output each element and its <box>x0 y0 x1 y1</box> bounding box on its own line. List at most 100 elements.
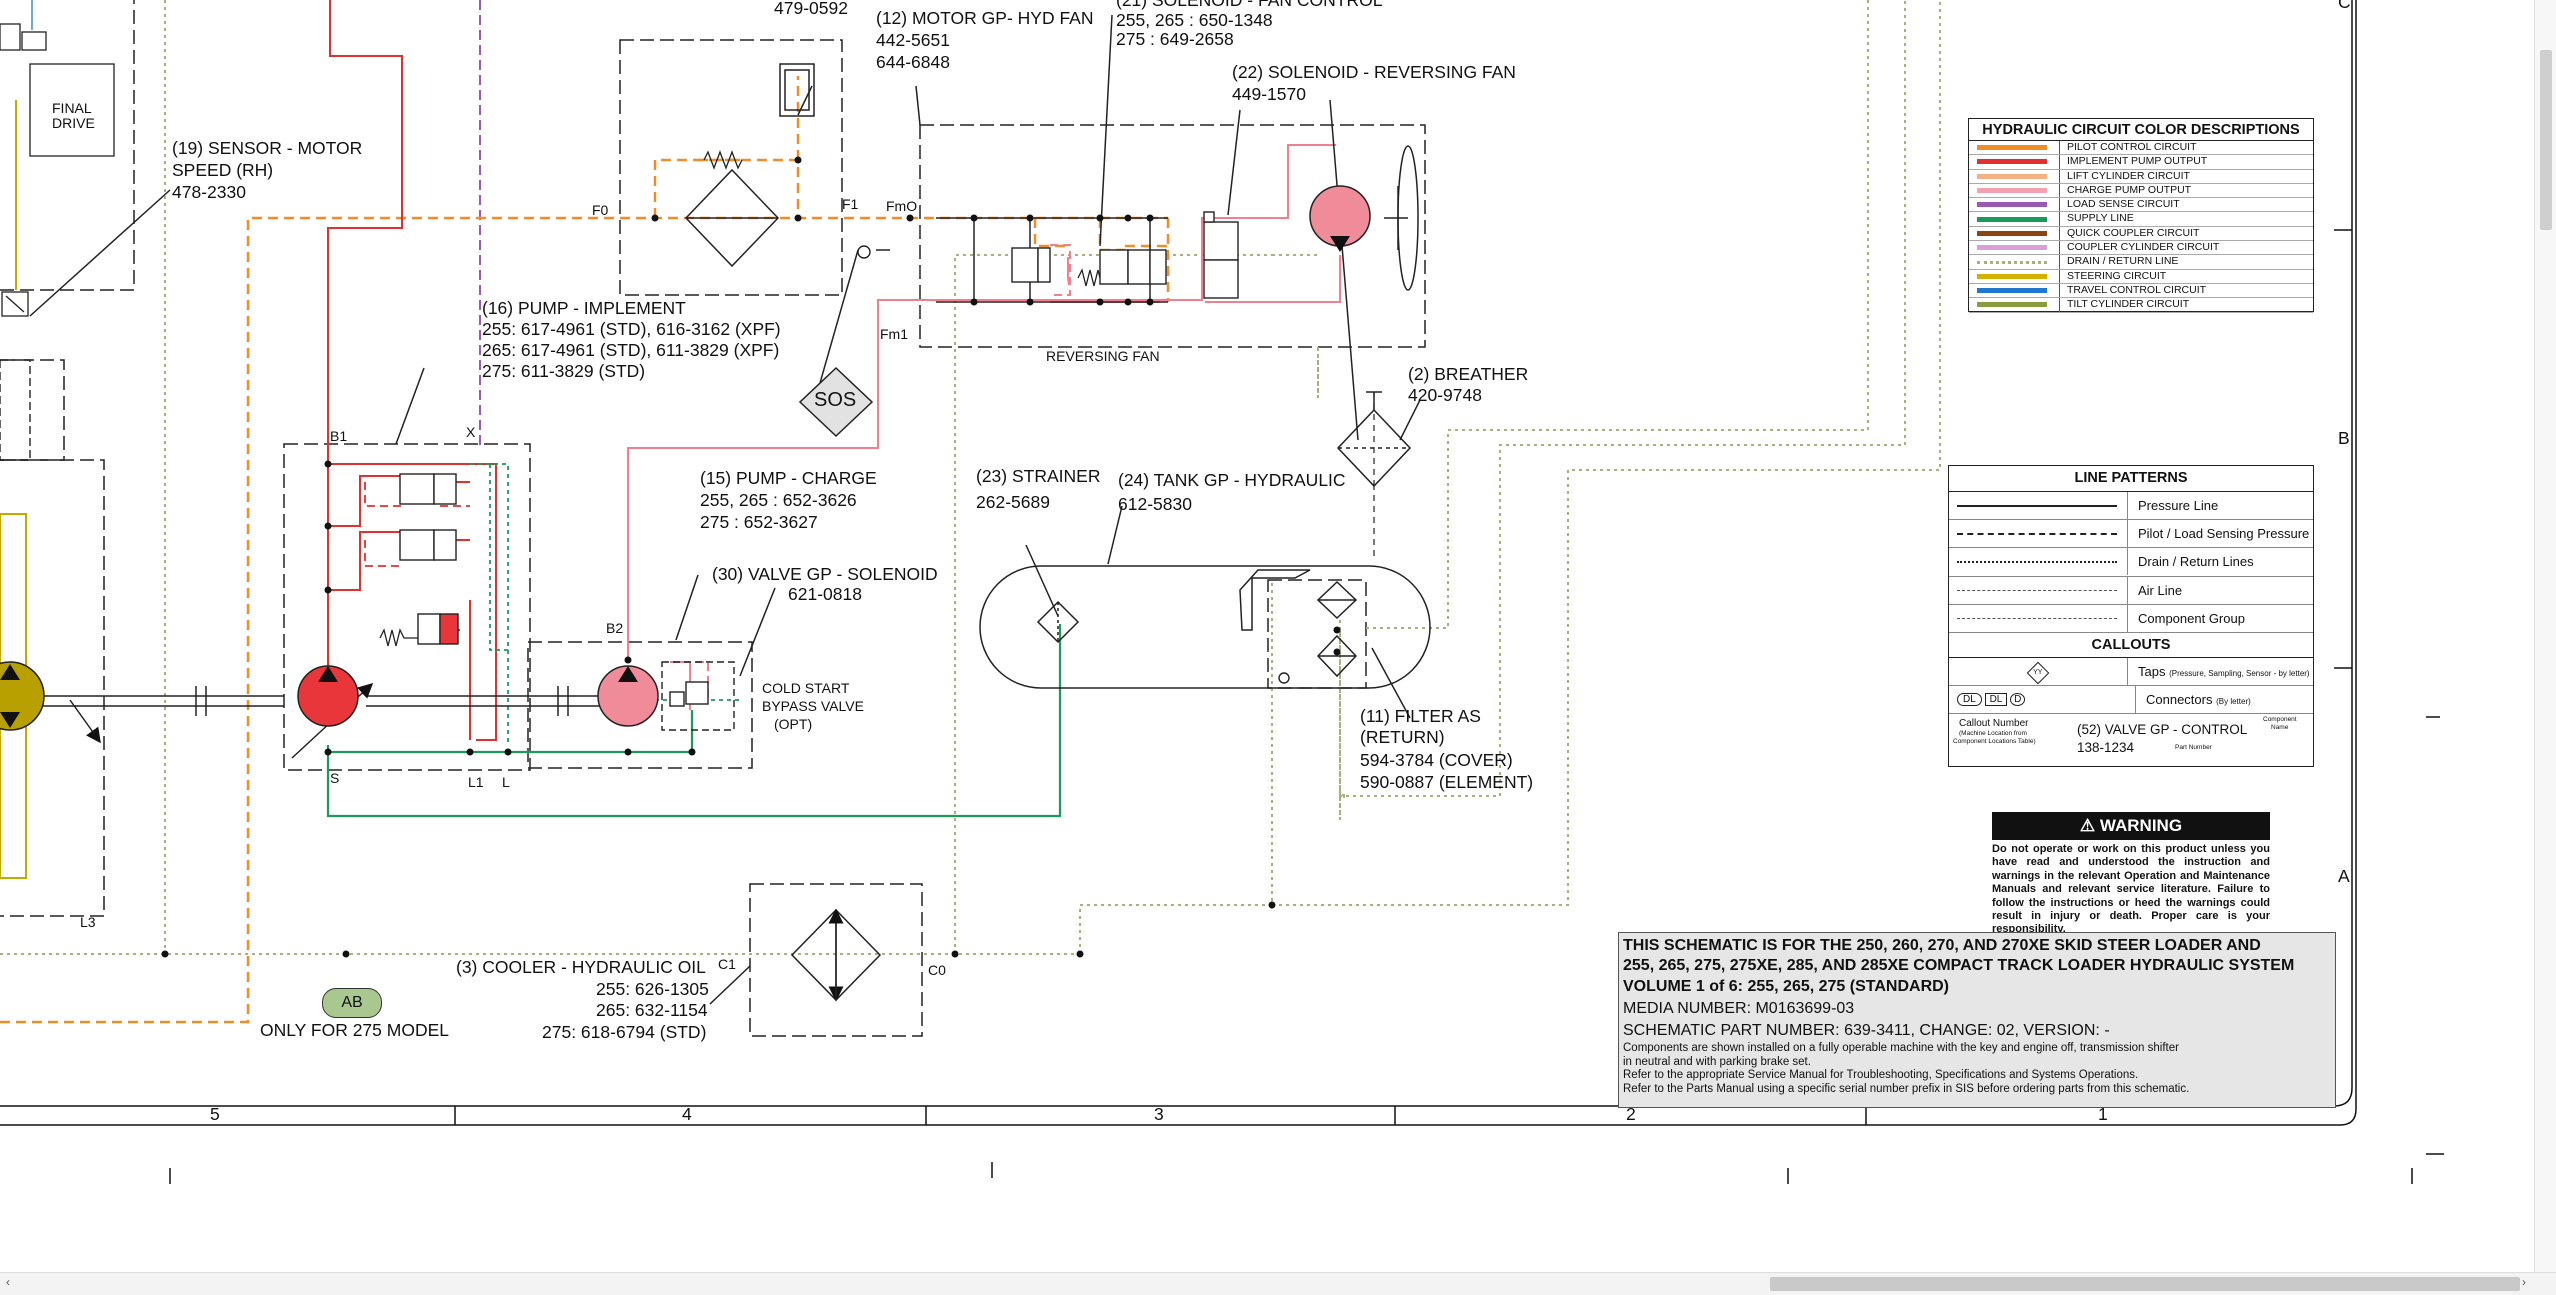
color-row: DRAIN / RETURN LINE <box>1969 255 2313 270</box>
charge-pump-line2: 275 : 652-3627 <box>700 512 818 532</box>
implement-pump-line3: 275: 611-3829 (STD) <box>482 361 646 381</box>
fan-control-solenoid-line1: 255, 265 : 650-1348 <box>1116 10 1273 30</box>
vertical-scroll-thumb[interactable] <box>2540 50 2552 230</box>
grid-col-4: 4 <box>682 1104 692 1124</box>
color-swatch <box>1977 288 2047 294</box>
breather-part: 420-9748 <box>1408 385 1482 405</box>
callout-example: Callout Number (Machine Location from Co… <box>1953 716 2297 756</box>
implement-lines <box>327 0 497 741</box>
color-swatch <box>1977 173 2047 179</box>
filter-label-3: 594-3784 (COVER) <box>1360 750 1513 770</box>
color-swatch <box>1977 216 2047 222</box>
color-table-title: HYDRAULIC CIRCUIT COLOR DESCRIPTIONS <box>1969 119 2313 141</box>
horizontal-scroll-thumb[interactable] <box>1770 1277 2520 1291</box>
color-row: CHARGE PUMP OUTPUT <box>1969 183 2313 199</box>
filter-label-1: (11) FILTER AS <box>1360 706 1481 726</box>
connector-dl-2: DL <box>1984 693 2008 707</box>
grid-col-3: 3 <box>1154 1104 1164 1124</box>
cooler-line3: 275: 618-6794 (STD) <box>542 1022 707 1042</box>
color-swatch <box>1977 202 2047 208</box>
connector-d: D <box>2010 693 2026 707</box>
filter-label-4: 590-0887 (ELEMENT) <box>1360 772 1534 792</box>
grid-row-b: B <box>2338 428 2350 448</box>
port-l: L <box>502 774 510 790</box>
motor-gp-prev-part: 479-0592 <box>774 0 848 18</box>
final-drive-label-2: DRIVE <box>52 115 95 131</box>
reversing-solenoid-part: 449-1570 <box>1232 84 1306 104</box>
color-row: IMPLEMENT PUMP OUTPUT <box>1969 155 2313 170</box>
tank-title: (24) TANK GP - HYDRAULIC <box>1118 470 1346 490</box>
sos-label: SOS <box>814 389 857 411</box>
solenoid-valve-part: 621-0818 <box>788 584 862 604</box>
color-row-label: COUPLER CYLINDER CIRCUIT <box>2059 241 2313 255</box>
port-l3: L3 <box>80 914 96 930</box>
color-descriptions-table: HYDRAULIC CIRCUIT COLOR DESCRIPTIONS PIL… <box>1968 118 2314 313</box>
sensor-label-3: 478-2330 <box>172 182 246 202</box>
note-3: Refer to the appropriate Service Manual … <box>1623 1069 2139 1082</box>
breather-title: (2) BREATHER <box>1408 364 1529 384</box>
color-row: COUPLER CYLINDER CIRCUIT <box>1969 241 2313 256</box>
tap-symbol: YY <box>2026 661 2050 685</box>
line-patterns-title: LINE PATTERNS <box>1949 466 2313 492</box>
fan-control-solenoid-line2: 275 : 649-2658 <box>1116 29 1234 49</box>
motor-gp-title: (12) MOTOR GP- HYD FAN <box>876 8 1094 28</box>
charge-pump <box>597 665 659 727</box>
port-b2: B2 <box>606 620 624 636</box>
color-row-label: LOAD SENSE CIRCUIT <box>2059 198 2313 212</box>
sensor-label-2: SPEED (RH) <box>172 160 274 180</box>
implement-pump <box>297 665 359 727</box>
horizontal-scrollbar[interactable]: ‹ › <box>0 1272 2556 1295</box>
port-x: X <box>466 424 476 440</box>
reversing-fan-label: REVERSING FAN <box>1046 348 1160 364</box>
color-swatch <box>1977 230 2047 236</box>
cooler-line2: 265: 632-1154 <box>596 1000 708 1020</box>
title-line-2: 255, 265, 275, 275XE, 285, AND 285XE COM… <box>1623 957 2295 974</box>
implement-pump-title: (16) PUMP - IMPLEMENT <box>482 298 686 318</box>
supply-lines <box>326 624 1062 818</box>
port-f1: F1 <box>842 196 859 212</box>
warning-box: ⚠ WARNING Do not operate or work on this… <box>1992 812 2270 935</box>
scroll-right-icon[interactable]: › <box>2522 1275 2526 1289</box>
pattern-drain: Drain / Return Lines <box>1949 548 2313 577</box>
implement-pump-line1: 255: 617-4961 (STD), 616-3162 (XPF) <box>482 319 781 339</box>
filter-label-2: (RETURN) <box>1360 727 1445 747</box>
color-row: SUPPLY LINE <box>1969 212 2313 227</box>
media-number: MEDIA NUMBER: M0163699-03 <box>1623 1000 1855 1017</box>
ab-note: ONLY FOR 275 MODEL <box>260 1020 449 1040</box>
implement-pump-line2: 265: 617-4961 (STD), 611-3829 (XPF) <box>482 340 780 360</box>
charge-pump-title: (15) PUMP - CHARGE <box>700 468 877 488</box>
callout-connectors: DL DL D Connectors (By letter) <box>1949 686 2313 715</box>
warning-title: ⚠ WARNING <box>1992 812 2270 840</box>
motor-gp-part1: 442-5651 <box>876 30 950 50</box>
port-c0: C0 <box>928 962 946 978</box>
color-swatch <box>1977 159 2047 165</box>
sensor-label-1: (19) SENSOR - MOTOR <box>172 138 363 158</box>
color-row-label: QUICK COUPLER CIRCUIT <box>2059 226 2313 241</box>
volume-label: VOLUME 1 of 6: 255, 265, 275 (STANDARD) <box>1623 978 1950 995</box>
color-row-label: IMPLEMENT PUMP OUTPUT <box>2059 155 2313 169</box>
pattern-component-group: Component Group <box>1949 604 2313 633</box>
grid-col-5: 5 <box>210 1104 220 1124</box>
port-b1: B1 <box>330 428 348 444</box>
color-row: PILOT CONTROL CIRCUIT <box>1969 141 2313 156</box>
pattern-air: Air Line <box>1949 576 2313 605</box>
reversing-solenoid-title: (22) SOLENOID - REVERSING FAN <box>1232 62 1516 82</box>
color-row: LOAD SENSE CIRCUIT <box>1969 198 2313 213</box>
port-l1: L1 <box>468 774 484 790</box>
color-swatch <box>1977 302 2047 308</box>
cooler-title: (3) COOLER - HYDRAULIC OIL <box>456 957 706 977</box>
callout-taps: YY Taps (Pressure, Sampling, Sensor - by… <box>1949 658 2313 687</box>
cold-start-label-2: BYPASS VALVE <box>762 698 864 714</box>
color-swatch <box>1977 145 2047 151</box>
charge-pump-line1: 255, 265 : 652-3626 <box>700 490 857 510</box>
motor-gp-part2: 644-6848 <box>876 52 950 72</box>
title-line-1: THIS SCHEMATIC IS FOR THE 250, 260, 270,… <box>1623 937 2261 954</box>
ab-badge: AB <box>322 988 382 1018</box>
color-row: TILT CYLINDER CIRCUIT <box>1969 298 2313 313</box>
color-row-label: CHARGE PUMP OUTPUT <box>2059 183 2313 198</box>
port-fm0: FmO <box>886 198 918 214</box>
drive-motor <box>0 661 45 731</box>
vertical-scrollbar[interactable] <box>2534 0 2556 1272</box>
color-row-label: DRAIN / RETURN LINE <box>2059 255 2313 269</box>
scroll-left-icon[interactable]: ‹ <box>6 1275 10 1289</box>
